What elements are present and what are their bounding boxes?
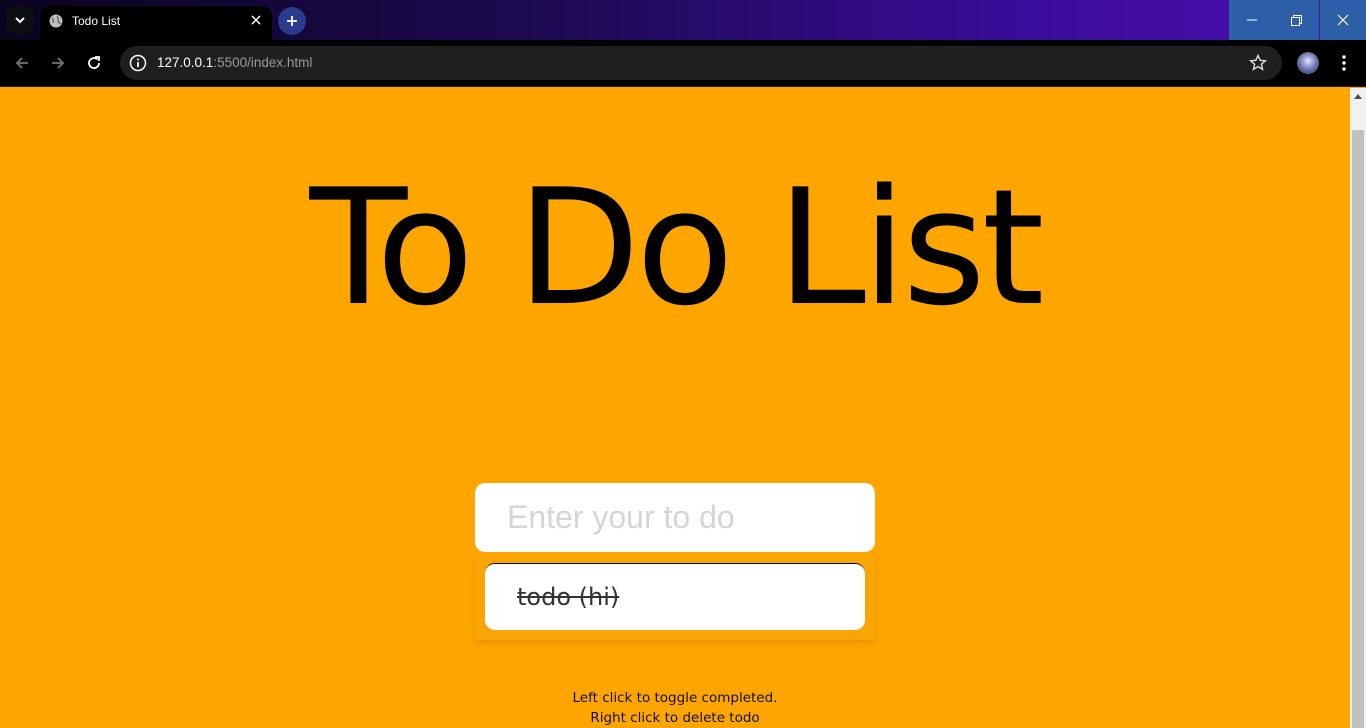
new-tab-button[interactable]: [278, 7, 306, 35]
kebab-menu-icon: [1342, 55, 1346, 71]
reload-button[interactable]: [83, 52, 105, 74]
url-text: 127.0.0.1:5500/index.html: [157, 55, 312, 70]
restore-button[interactable]: [1274, 0, 1319, 40]
scrollbar-thumb[interactable]: [1352, 130, 1364, 728]
reload-icon: [88, 56, 100, 69]
close-icon[interactable]: [248, 12, 264, 28]
forward-button[interactable]: [47, 52, 69, 74]
star-icon[interactable]: [1248, 53, 1268, 73]
close-icon: [1337, 14, 1349, 26]
url-host: 127.0.0.1: [157, 55, 214, 70]
globe-icon: [49, 14, 63, 28]
address-bar[interactable]: 127.0.0.1:5500/index.html: [120, 46, 1282, 80]
tab-title: Todo List: [72, 14, 121, 28]
arrow-left-icon: [15, 57, 28, 69]
todo-list: todo (hi): [475, 557, 875, 640]
help-line-toggle: Left click to toggle completed.: [572, 690, 778, 706]
todo-input[interactable]: [475, 483, 875, 552]
info-icon[interactable]: [128, 53, 148, 73]
restore-icon: [1291, 14, 1302, 26]
tab-search-button[interactable]: [6, 6, 34, 34]
help-text: Left click to toggle completed. Right cl…: [0, 688, 1350, 728]
page-scrollbar[interactable]: [1350, 88, 1366, 728]
browser-menu-button[interactable]: [1334, 52, 1354, 74]
scroll-up-arrow-icon[interactable]: [1350, 88, 1366, 104]
url-path: :5500/index.html: [213, 55, 313, 70]
profile-avatar[interactable]: [1297, 52, 1319, 74]
page-content: To Do List todo (hi) Left click to toggl…: [0, 88, 1350, 728]
window-close-button[interactable]: [1320, 0, 1366, 40]
minimize-button[interactable]: [1229, 0, 1274, 40]
todo-item[interactable]: todo (hi): [485, 563, 865, 630]
plus-icon: [287, 16, 297, 26]
back-button[interactable]: [11, 52, 33, 74]
browser-toolbar: 127.0.0.1:5500/index.html: [0, 40, 1366, 87]
todo-form: [475, 483, 875, 552]
tab-todo-list[interactable]: Todo List: [40, 6, 272, 41]
page-title: To Do List: [309, 154, 1045, 341]
arrow-right-icon: [52, 57, 65, 69]
help-line-delete: Right click to delete todo: [590, 710, 760, 726]
tab-strip: Todo List: [0, 0, 1366, 41]
minimize-icon: [1246, 19, 1257, 21]
chevron-down-icon: [15, 17, 25, 24]
